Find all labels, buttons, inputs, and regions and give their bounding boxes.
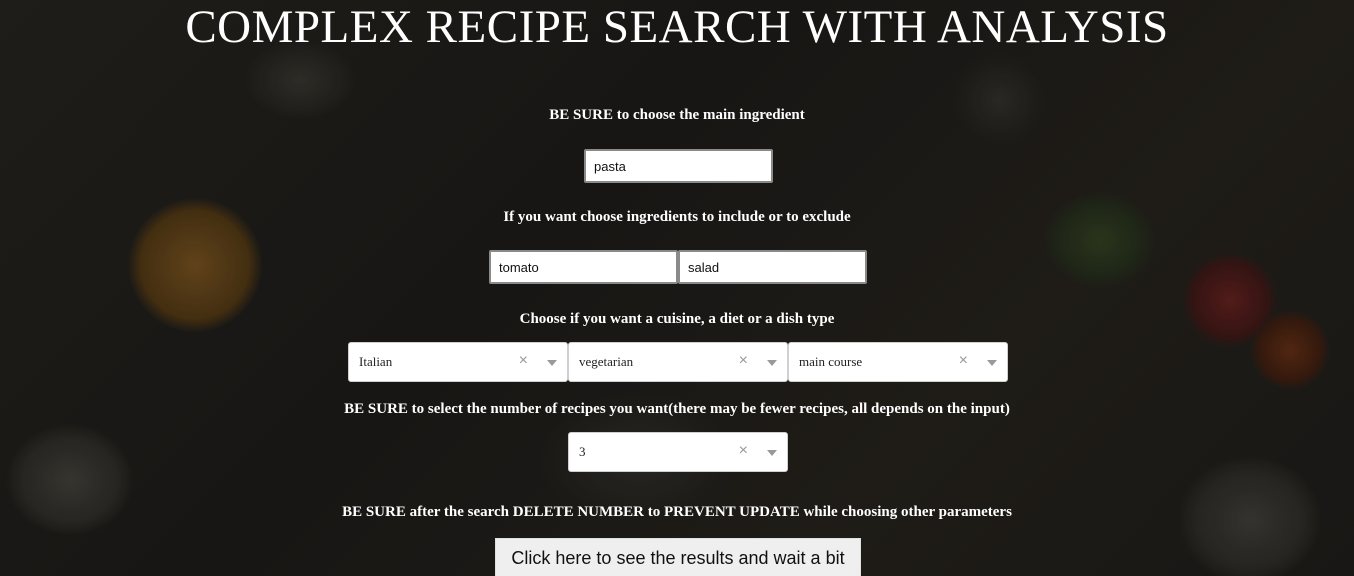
chevron-down-icon[interactable] [987,360,997,366]
dish-type-dropdown[interactable]: main course × [788,342,1008,382]
main-ingredient-label: BE SURE to choose the main ingredient [549,107,805,123]
clear-icon[interactable]: × [519,352,528,370]
chevron-down-icon[interactable] [767,360,777,366]
cuisine-diet-dish-label: Choose if you want a cuisine, a diet or … [519,311,835,327]
see-results-button[interactable]: Click here to see the results and wait a… [495,538,861,576]
clear-icon[interactable]: × [959,352,968,370]
exclude-ingredients-input[interactable] [678,250,867,284]
diet-selected-value: vegetarian [579,354,634,369]
chevron-down-icon[interactable] [767,450,777,456]
number-selected-value: 3 [579,444,586,459]
number-of-recipes-dropdown[interactable]: 3 × [568,432,788,472]
clear-icon[interactable]: × [739,352,748,370]
delete-number-warning: BE SURE after the search DELETE NUMBER t… [342,504,1012,520]
cuisine-selected-value: Italian [359,354,393,369]
clear-icon[interactable]: × [739,442,748,460]
recipe-search-form: COMPLEX RECIPE SEARCH WITH ANALYSIS BE S… [0,0,1354,576]
cuisine-dropdown[interactable]: Italian × [348,342,568,382]
dish-type-selected-value: main course [799,354,863,369]
main-ingredient-input[interactable] [584,149,773,183]
number-of-recipes-label: BE SURE to select the number of recipes … [344,401,1010,417]
page-title: COMPLEX RECIPE SEARCH WITH ANALYSIS [185,1,1169,53]
include-ingredients-input[interactable] [489,250,678,284]
include-exclude-label: If you want choose ingredients to includ… [503,209,851,225]
chevron-down-icon[interactable] [547,360,557,366]
diet-dropdown[interactable]: vegetarian × [568,342,788,382]
